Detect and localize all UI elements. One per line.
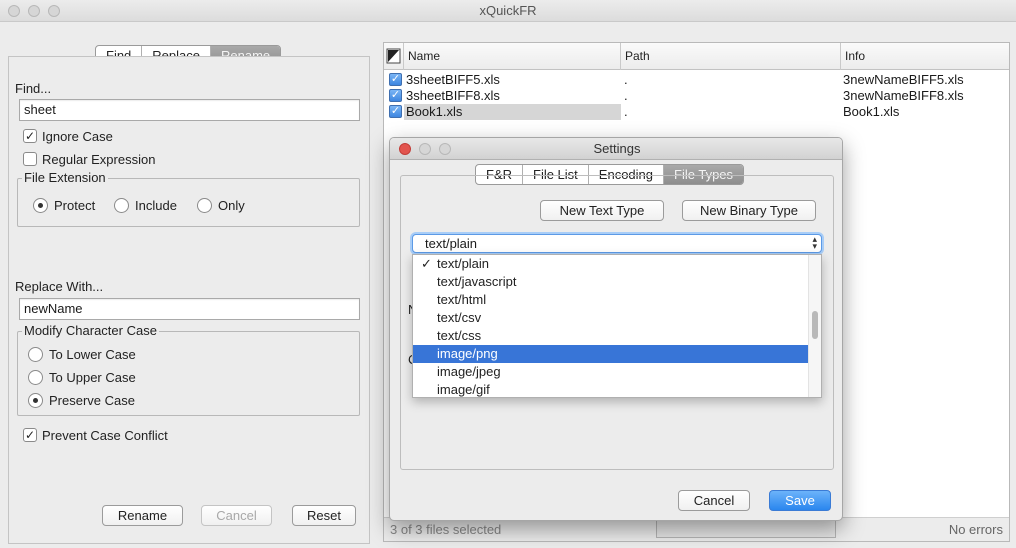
table-header: Name Path Info: [384, 43, 1009, 70]
row-path: .: [624, 104, 628, 119]
prevent-conflict-label: Prevent Case Conflict: [42, 428, 168, 443]
cancel-button[interactable]: Cancel: [201, 505, 272, 526]
table-row[interactable]: ✓ Book1.xls . Book1.xls: [384, 104, 1009, 120]
select-all-icon: [386, 48, 401, 64]
include-radio[interactable]: [114, 198, 129, 213]
dropdown-option[interactable]: text/csv: [413, 309, 809, 327]
dialog-save-button[interactable]: Save: [769, 490, 831, 511]
preserve-case-label: Preserve Case: [49, 393, 135, 408]
row-checkbox[interactable]: ✓: [389, 89, 402, 102]
lower-case-radio[interactable]: [28, 347, 43, 362]
reset-button[interactable]: Reset: [292, 505, 356, 526]
selection-status: 3 of 3 files selected: [390, 522, 502, 537]
window-titlebar: xQuickFR: [0, 0, 1016, 22]
column-header-info[interactable]: Info: [841, 43, 1009, 70]
dropdown-option[interactable]: text/html: [413, 291, 809, 309]
row-path: .: [624, 72, 628, 87]
row-name: Book1.xls: [404, 104, 621, 120]
dropdown-option[interactable]: text/javascript: [413, 273, 809, 291]
mime-type-dropdown: ✓ text/plain text/javascript text/html te…: [412, 254, 822, 398]
up-down-arrows-icon: ▴ ▾: [812, 234, 817, 251]
replace-with-label: Replace With...: [15, 279, 104, 294]
rename-button[interactable]: Rename: [102, 505, 183, 526]
replace-input[interactable]: newName: [19, 298, 360, 320]
prevent-conflict-checkbox[interactable]: ✓: [23, 428, 37, 442]
file-extension-group: File Extension Protect Include Only: [17, 170, 360, 227]
only-radio[interactable]: [197, 198, 212, 213]
column-header-path[interactable]: Path: [621, 43, 841, 70]
dropdown-option[interactable]: image/jpeg: [413, 363, 809, 381]
upper-case-label: To Upper Case: [49, 370, 136, 385]
regex-checkbox[interactable]: [23, 152, 37, 166]
table-row[interactable]: ✓ 3sheetBIFF5.xls . 3newNameBIFF5.xls: [384, 72, 1009, 88]
find-input[interactable]: sheet: [19, 99, 360, 121]
new-text-type-button[interactable]: New Text Type: [540, 200, 664, 221]
settings-dialog: Settings F&R File List Encoding File Typ…: [389, 137, 843, 521]
lower-case-label: To Lower Case: [49, 347, 136, 362]
rename-panel: Find... sheet ✓ Ignore Case Regular Expr…: [8, 56, 370, 544]
dropdown-option[interactable]: image/gif: [413, 381, 809, 399]
dropdown-scrollbar[interactable]: [808, 255, 821, 397]
ignore-case-label: Ignore Case: [42, 129, 113, 144]
regex-label: Regular Expression: [42, 152, 156, 167]
row-info: 3newNameBIFF5.xls: [843, 72, 964, 87]
dropdown-option-highlighted[interactable]: image/png: [413, 345, 809, 363]
include-label: Include: [135, 198, 177, 213]
combo-value: text/plain: [425, 236, 478, 251]
only-label: Only: [218, 198, 245, 213]
check-icon: ✓: [421, 256, 432, 271]
row-name: 3sheetBIFF5.xls: [406, 72, 500, 87]
dropdown-option[interactable]: text/css: [413, 327, 809, 345]
row-name: 3sheetBIFF8.xls: [406, 88, 500, 103]
table-row[interactable]: ✓ 3sheetBIFF8.xls . 3newNameBIFF8.xls: [384, 88, 1009, 104]
dialog-title: Settings: [593, 141, 641, 156]
modify-case-legend: Modify Character Case: [22, 323, 159, 338]
dialog-cancel-button[interactable]: Cancel: [678, 490, 750, 511]
file-extension-legend: File Extension: [22, 170, 108, 185]
modify-case-group: Modify Character Case To Lower Case To U…: [17, 323, 360, 416]
scrollbar-thumb[interactable]: [812, 311, 818, 339]
row-path: .: [624, 88, 628, 103]
dialog-titlebar: Settings: [390, 138, 842, 160]
column-header-name[interactable]: Name: [404, 43, 621, 70]
row-checkbox[interactable]: ✓: [389, 105, 402, 118]
upper-case-radio[interactable]: [28, 370, 43, 385]
preserve-case-radio[interactable]: [28, 393, 43, 408]
dropdown-option[interactable]: ✓ text/plain: [413, 255, 809, 273]
row-info: 3newNameBIFF8.xls: [843, 88, 964, 103]
row-checkbox[interactable]: ✓: [389, 73, 402, 86]
window-title: xQuickFR: [479, 3, 537, 18]
error-status: No errors: [948, 522, 1003, 537]
ignore-case-checkbox[interactable]: ✓: [23, 129, 37, 143]
new-binary-type-button[interactable]: New Binary Type: [682, 200, 816, 221]
progress-bar: [656, 520, 836, 538]
protect-radio[interactable]: [33, 198, 48, 213]
protect-label: Protect: [54, 198, 96, 213]
find-label: Find...: [15, 81, 52, 96]
row-info: Book1.xls: [843, 104, 900, 119]
select-all-header[interactable]: [384, 43, 404, 70]
mime-type-combo[interactable]: text/plain ▴ ▾: [412, 234, 822, 253]
